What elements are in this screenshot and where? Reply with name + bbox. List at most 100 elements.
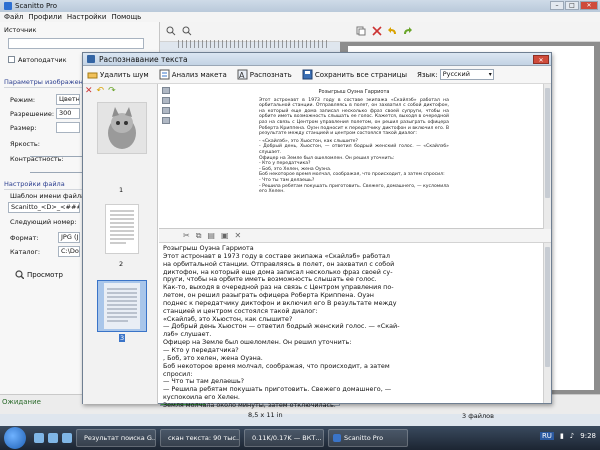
template-input[interactable]: Scanitto_<D>_<###> — [8, 202, 80, 213]
document-title: Розыгрыш Оуэна Гарриота — [318, 89, 390, 95]
task-buttons: Результат поиска G... скан текста: 90 тыс… — [72, 429, 408, 447]
mode-select[interactable]: Цветное — [56, 94, 80, 105]
save-all-button[interactable]: Сохранить все страницы — [302, 69, 407, 80]
language-label: Язык: — [417, 70, 438, 79]
scrollbar-thumb[interactable] — [545, 247, 550, 367]
paste-icon[interactable]: ▤ — [207, 231, 215, 240]
source-image-pane: Розыгрыш Оуэна Гарриота Этот астронавт в… — [159, 84, 551, 229]
file-settings-header: Настройки файла — [4, 180, 65, 188]
thumbnail-page-3-selected[interactable] — [97, 280, 147, 332]
cut-icon[interactable]: ✂ — [183, 231, 190, 240]
taskbar-button[interactable]: скан текста: 90 тыс... — [160, 429, 240, 447]
explorer-icon[interactable] — [62, 433, 72, 443]
status-text: Ожидание — [2, 398, 41, 406]
window-controls: – □ ✕ — [550, 1, 598, 10]
thumbnail-page-2[interactable] — [105, 204, 139, 254]
file-count: 3 файлов — [462, 412, 494, 420]
menu-help[interactable]: Помощь — [111, 13, 141, 21]
thumbnail-number: 3 — [119, 334, 126, 342]
resolution-select[interactable]: 300 — [56, 108, 80, 119]
minimize-button[interactable]: – — [550, 1, 564, 10]
analyze-layout-label: Анализ макета — [171, 70, 227, 79]
language-indicator[interactable]: RU — [539, 432, 554, 440]
autofeed-checkbox[interactable] — [8, 56, 15, 63]
menu-profiles[interactable]: Профили — [28, 13, 62, 21]
page-thumbnails: ✕ ↶ ↷ 1 2 3 — [83, 84, 158, 404]
menu-file[interactable]: Файл — [4, 13, 23, 21]
ie-icon[interactable] — [48, 433, 58, 443]
next-number-label: Следующий номер: — [10, 218, 77, 226]
volume-icon[interactable]: ♪ — [570, 432, 574, 440]
taskbar-button-label: Результат поиска G... — [84, 434, 156, 442]
chevron-down-icon: ▾ — [488, 71, 492, 78]
template-label: Шаблон имени файла: — [10, 192, 88, 200]
save-all-label: Сохранить все страницы — [314, 70, 407, 79]
brightness-label: Яркость: — [10, 140, 40, 148]
taskbar-button[interactable]: Scanitto Pro — [328, 429, 408, 447]
rotate-left-icon[interactable]: ↶ — [97, 86, 105, 96]
dialog-titlebar: Распознавание текста — [83, 53, 551, 66]
clear-icon[interactable]: ✕ — [235, 231, 242, 240]
svg-text:A: A — [239, 71, 245, 80]
copy-icon[interactable]: ⧉ — [196, 231, 202, 241]
document-paragraph: Этот астронавт в 1973 году в составе эки… — [259, 97, 449, 137]
delete-icon[interactable] — [372, 26, 382, 36]
size-select[interactable] — [56, 122, 80, 133]
document-paragraph: - Добрый день, Хьюстон, — ответил бодрый… — [259, 144, 449, 155]
delete-page-icon[interactable]: ✕ — [85, 86, 93, 96]
close-button[interactable]: ✕ — [580, 1, 598, 10]
thumbnail-page-1[interactable] — [97, 102, 147, 154]
clock[interactable]: 9:28 — [580, 432, 596, 440]
picture-area-icon[interactable] — [162, 107, 170, 114]
zoom-out-icon[interactable] — [182, 26, 192, 36]
app-title: Scanitto Pro — [15, 2, 58, 10]
zoom-in-icon[interactable] — [166, 26, 176, 36]
taskbar-button[interactable]: Результат поиска G... — [76, 429, 156, 447]
recognize-icon: A — [237, 69, 248, 80]
undo-icon[interactable] — [388, 26, 398, 36]
taskbar-button-label: скан текста: 90 тыс... — [168, 434, 240, 442]
table-area-icon[interactable] — [162, 117, 170, 124]
save-text-icon[interactable]: ▣ — [221, 231, 229, 240]
copy-icon[interactable] — [356, 26, 366, 36]
maximize-button[interactable]: □ — [565, 1, 579, 10]
remove-noise-button[interactable]: Удалить шум — [87, 69, 149, 80]
recognized-text[interactable]: Розыгрыш Оуэна Гарриота Этот астронавт в … — [163, 245, 535, 410]
app-icon — [333, 434, 341, 442]
catalog-input[interactable]: C:\Doc — [58, 246, 80, 257]
eraser-icon — [87, 72, 98, 79]
analyze-layout-button[interactable]: Анализ макета — [159, 69, 227, 80]
scrollbar-thumb[interactable] — [545, 88, 550, 198]
dialog-toolbar: Удалить шум Анализ макета A Распознать С… — [83, 66, 551, 84]
text-page-image — [106, 205, 138, 253]
redo-icon[interactable] — [402, 26, 412, 36]
recognize-button[interactable]: A Распознать — [237, 69, 292, 80]
source-select[interactable] — [8, 38, 144, 49]
thumbnail-number: 1 — [119, 186, 124, 194]
catalog-label: Каталог: — [10, 248, 41, 256]
text-area-icon[interactable] — [162, 97, 170, 104]
network-icon[interactable]: ▮ — [560, 432, 564, 440]
language-select[interactable]: Русский ▾ — [439, 69, 494, 80]
recognized-text-pane[interactable]: Розыгрыш Оуэна Гарриота Этот астронавт в … — [159, 243, 551, 409]
taskbar-button[interactable]: 0.11K/0.17K — ВКТ... — [244, 429, 324, 447]
image-scrollbar[interactable] — [543, 84, 551, 229]
menu-bar: Файл Профили Настройки Помощь — [0, 12, 600, 22]
show-desktop-icon[interactable] — [34, 433, 44, 443]
preview-button[interactable]: Просмотр — [15, 270, 63, 279]
remove-noise-label: Удалить шум — [100, 70, 149, 79]
recognize-label: Распознать — [249, 70, 292, 79]
text-scrollbar[interactable] — [543, 243, 551, 403]
start-button[interactable] — [4, 427, 26, 449]
format-select[interactable]: JPG (J — [58, 232, 80, 243]
text-page-image — [104, 283, 140, 329]
save-icon — [302, 69, 313, 80]
rotate-right-icon[interactable]: ↷ — [108, 86, 116, 96]
dialog-close-button[interactable]: ✕ — [533, 55, 549, 64]
taskbar-button-label: 0.11K/0.17K — ВКТ... — [252, 434, 322, 442]
select-tool-icon[interactable] — [162, 87, 170, 94]
image-tools — [162, 87, 170, 124]
language-selector: Язык: Русский ▾ — [417, 69, 494, 80]
menu-settings[interactable]: Настройки — [67, 13, 107, 21]
ocr-dialog: Распознавание текста ✕ Удалить шум Анали… — [82, 52, 552, 409]
